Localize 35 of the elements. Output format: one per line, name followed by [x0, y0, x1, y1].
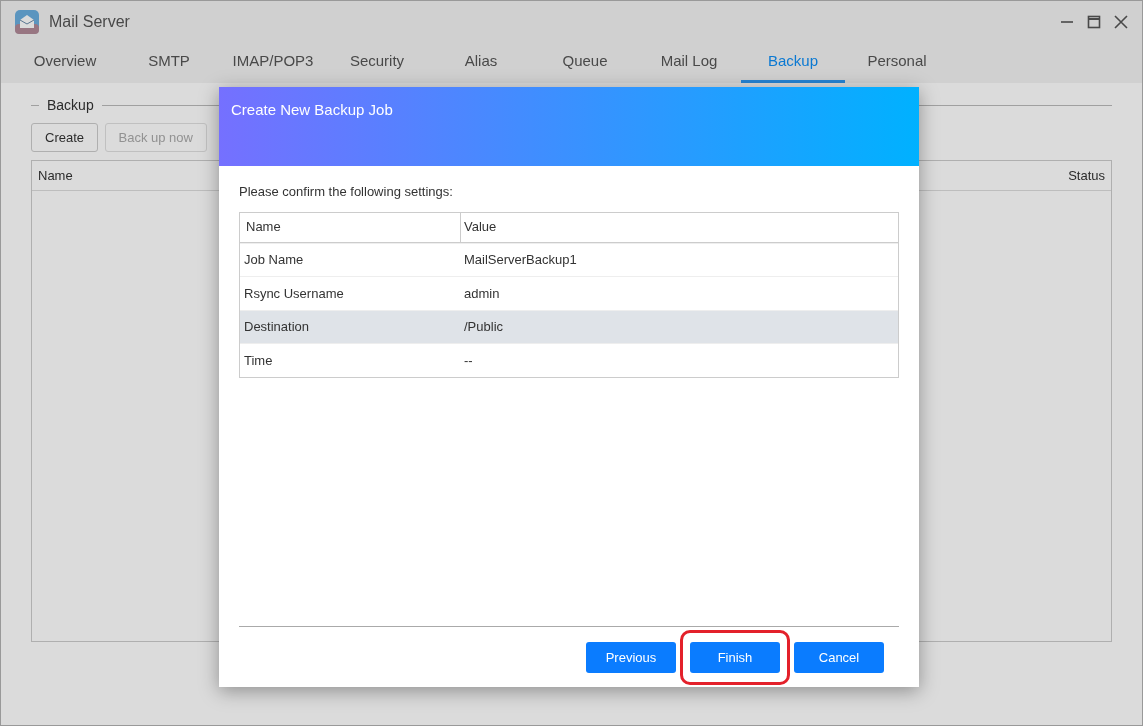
table-cell-text: Job Name [244, 251, 304, 269]
window-title: Mail Server [49, 12, 130, 32]
column-header: Name [38, 166, 73, 185]
table-row[interactable]: Job Name MailServerBackup1 [240, 242, 898, 276]
dialog-button[interactable]: Cancel [794, 642, 884, 673]
table-cell-text: Rsync Username [244, 284, 344, 303]
column-header: Status [1068, 166, 1105, 185]
create-button[interactable]: Create [31, 122, 99, 152]
close-icon[interactable] [1114, 15, 1128, 29]
table-cell-text: -- [463, 351, 473, 370]
column-header: Value [463, 218, 497, 237]
table-cell-text: Destination [244, 318, 310, 336]
table-cell-text: Time [244, 351, 273, 370]
tab[interactable]: Queue [533, 43, 637, 83]
app-icon [15, 10, 39, 34]
dialog-button[interactable]: Previous [586, 642, 676, 673]
column-header: Name [240, 212, 461, 242]
dialog-prompt: Please confirm the following settings: [239, 183, 454, 201]
tab[interactable]: Personal [845, 43, 949, 83]
tab[interactable]: Overview [13, 43, 117, 83]
section-title: Backup [47, 96, 94, 115]
tab[interactable]: IMAP/POP3 [221, 43, 325, 83]
tab[interactable]: SMTP [117, 43, 221, 83]
tab[interactable]: Mail Log [637, 43, 741, 83]
table-cell-text: /Public [463, 318, 504, 336]
tab[interactable]: Alias [429, 43, 533, 83]
maximize-icon[interactable] [1087, 15, 1101, 29]
table-row[interactable]: Rsync Username admin [240, 276, 898, 310]
table-row[interactable]: Destination /Public [240, 309, 898, 343]
dialog-title: Create New Backup Job [219, 87, 919, 166]
table-cell-text: admin [463, 284, 500, 303]
tab[interactable]: Security [325, 43, 429, 83]
table-cell-text: MailServerBackup1 [463, 251, 577, 269]
table-row[interactable]: Time -- [240, 343, 898, 377]
dialog-button[interactable]: Finish [690, 642, 780, 673]
